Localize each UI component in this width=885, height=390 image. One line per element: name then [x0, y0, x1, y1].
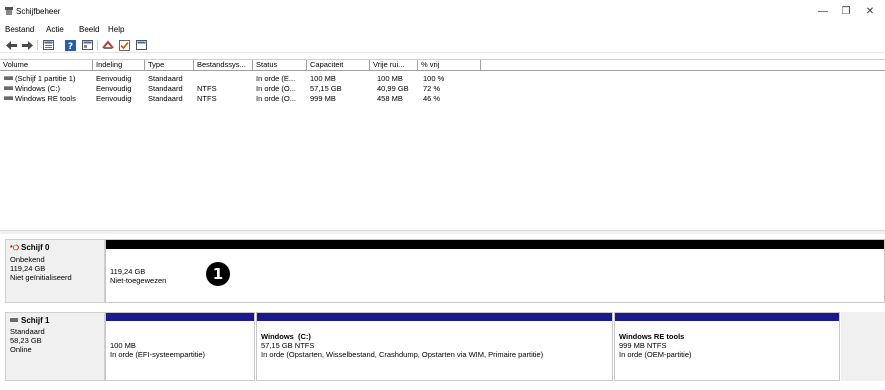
back-arrow-icon[interactable]: [5, 39, 17, 51]
partition-color-bar: [615, 313, 839, 321]
disk-1-type: Standaard: [10, 327, 45, 336]
column-header-bestandssysteem[interactable]: Bestandssys...: [194, 60, 253, 71]
volume-disk-icon: [4, 86, 13, 91]
volume-filesystem: NTFS: [197, 94, 217, 103]
menu-actie[interactable]: Actie: [46, 25, 64, 34]
partition-size: 999 MB NTFS: [619, 341, 667, 350]
volume-free-space: 40,99 GB: [377, 84, 409, 93]
partition-status: In orde (Opstarten, Wisselbestand, Crash…: [261, 350, 544, 359]
disk-0-label[interactable]: *❍ Schijf 0 Onbekend 119,24 GB Niet geïni…: [5, 239, 105, 303]
volume-layout: Eenvoudig: [96, 74, 132, 83]
volume-status: In orde (E...: [256, 74, 296, 83]
menu-bestand[interactable]: Bestand: [5, 25, 34, 34]
volume-capacity: 57,15 GB: [310, 84, 342, 93]
disk-1-label[interactable]: Schijf 1 Standaard 58,23 GB Online: [5, 312, 105, 381]
disk-1-size: 58,23 GB: [10, 336, 42, 345]
partition-color-bar: [106, 240, 884, 249]
minimize-button[interactable]: —: [812, 4, 834, 20]
column-header-status[interactable]: Status: [253, 60, 307, 71]
callout-number-badge: 1: [206, 262, 230, 286]
close-button[interactable]: ✕: [859, 4, 881, 20]
disk-list-icon[interactable]: [42, 39, 54, 51]
partition-size: 57,15 GB NTFS: [261, 341, 315, 350]
volume-capacity: 999 MB: [310, 94, 336, 103]
properties-icon[interactable]: [81, 39, 93, 51]
volume-list: Volume Indeling Type Bestandssys... Stat…: [0, 59, 885, 229]
graphical-disk-view: *❍ Schijf 0 Onbekend 119,24 GB Niet geïni…: [0, 234, 885, 390]
help-icon[interactable]: ?: [64, 39, 76, 51]
column-header-volume[interactable]: Volume: [0, 60, 93, 71]
volume-free-space: 458 MB: [377, 94, 403, 103]
volume-type: Standaard: [148, 94, 183, 103]
volume-percent-free: 46 %: [423, 94, 441, 103]
toolbar-separator: [37, 40, 38, 50]
partition-windows-c[interactable]: Windows (C:) 57,15 GB NTFS In orde (Opst…: [256, 312, 613, 381]
disk-0-type: Onbekend: [10, 255, 45, 264]
toolbar-separator: [97, 40, 98, 50]
menu-help[interactable]: Help: [108, 25, 124, 34]
volume-status: In orde (O...: [256, 84, 297, 93]
volume-filesystem: NTFS: [197, 84, 217, 93]
partition-size: 100 MB: [110, 341, 136, 350]
partition-efi[interactable]: 100 MB In orde (EFI-systeempartitie): [105, 312, 255, 381]
volume-name: Windows RE tools: [4, 94, 93, 103]
volume-free-space: 100 MB: [377, 74, 403, 83]
title-bar: Schijfbeheer — ❐ ✕: [0, 0, 885, 24]
volume-layout: Eenvoudig: [96, 94, 132, 103]
volume-capacity: 100 MB: [310, 74, 336, 83]
partition-windows-re-tools[interactable]: Windows RE tools 999 MB NTFS In orde (OE…: [614, 312, 840, 381]
menu-beeld[interactable]: Beeld: [79, 25, 99, 34]
volume-type: Standaard: [148, 84, 183, 93]
disk-0-size: 119,24 GB: [10, 264, 46, 273]
partition-label: Windows RE tools: [619, 332, 685, 341]
partition-status: In orde (OEM-partitie): [619, 350, 692, 359]
volume-percent-free: 72 %: [423, 84, 441, 93]
check-icon[interactable]: [118, 39, 130, 51]
volume-type: Standaard: [148, 74, 183, 83]
column-header-percent-vrij[interactable]: % vrij: [418, 60, 481, 71]
disk-1-empty-area: [841, 312, 885, 381]
volume-disk-icon: [4, 96, 13, 101]
volume-name: Windows (C:): [4, 84, 93, 93]
partition-status: In orde (EFI-systeempartitie): [110, 350, 206, 359]
connect-icon[interactable]: [102, 39, 114, 51]
volume-percent-free: 100 %: [423, 74, 445, 83]
partition-label: Windows (C:): [261, 332, 311, 341]
volume-status: In orde (O...: [256, 94, 297, 103]
refresh-view-icon[interactable]: [135, 39, 147, 51]
volume-name: (Schijf 1 partitie 1): [4, 74, 93, 83]
partition-color-bar: [257, 313, 612, 321]
toolbar: ?: [0, 37, 885, 53]
disk-0-status: Niet geïnitialiseerd: [10, 273, 72, 282]
svg-text:?: ?: [67, 42, 72, 51]
column-header-vrije-ruimte[interactable]: Vrije rui...: [370, 60, 418, 71]
menu-bar: Bestand Actie Beeld Help: [0, 24, 885, 37]
column-header-type[interactable]: Type: [145, 60, 194, 71]
window-title: Schijfbeheer: [16, 7, 61, 16]
maximize-button[interactable]: ❐: [835, 4, 857, 20]
disk-icon: [10, 317, 18, 322]
disk-1-name: Schijf 1: [10, 316, 100, 325]
column-header-filler: [481, 60, 885, 71]
column-header-capaciteit[interactable]: Capaciteit: [307, 60, 370, 71]
disk-0-name: *❍ Schijf 0: [10, 243, 50, 252]
volume-disk-icon: [4, 76, 13, 81]
volume-layout: Eenvoudig: [96, 84, 132, 93]
disk-error-icon: *❍: [10, 245, 19, 252]
partition-color-bar: [106, 313, 254, 321]
forward-arrow-icon[interactable]: [21, 39, 33, 51]
column-header-indeling[interactable]: Indeling: [93, 60, 145, 71]
disk-management-icon: [5, 7, 13, 15]
disk-1-status: Online: [10, 345, 32, 354]
